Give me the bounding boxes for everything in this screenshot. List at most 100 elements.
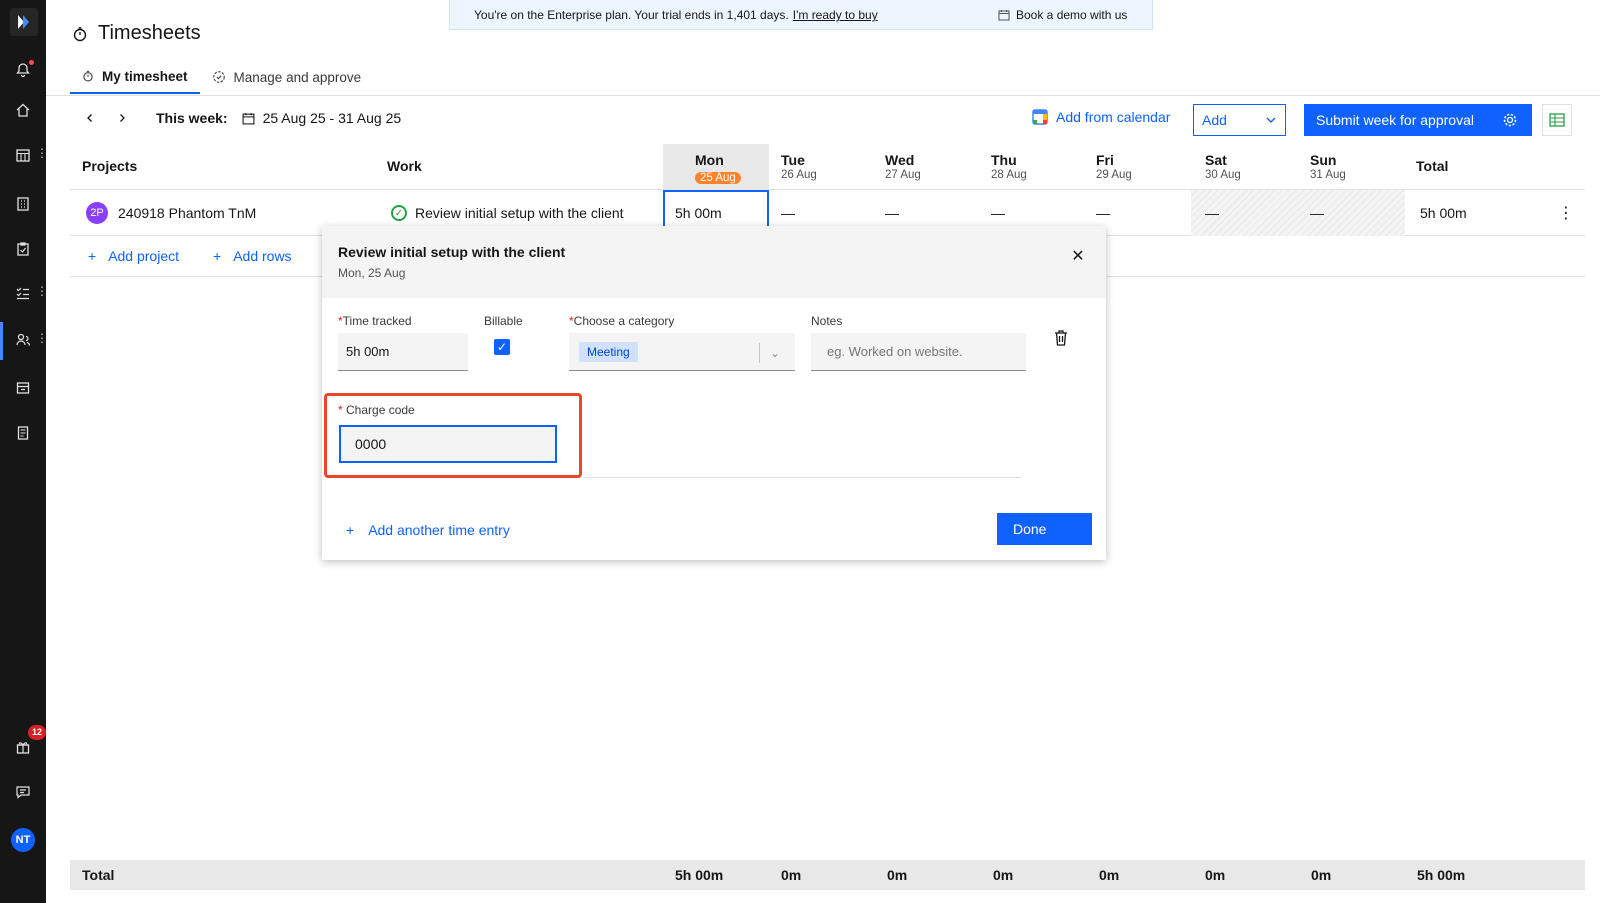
done-button[interactable]: Done (997, 513, 1092, 545)
total-sat: 0m (1205, 867, 1226, 883)
notes-field[interactable] (811, 333, 1026, 371)
totals-label: Total (82, 867, 115, 883)
buy-link[interactable]: I'm ready to buy (793, 8, 878, 22)
clipboard-icon[interactable] (13, 239, 33, 259)
total-fri: 0m (1099, 867, 1120, 883)
receipt-icon[interactable] (13, 423, 33, 443)
plus-icon: + (346, 522, 355, 538)
chat-icon[interactable] (13, 782, 33, 802)
trial-message: You're on the Enterprise plan. Your tria… (474, 8, 789, 22)
tab-label: My timesheet (102, 68, 188, 84)
total-week: 5h 00m (1417, 867, 1466, 883)
building-icon[interactable] (13, 194, 33, 214)
calendar-grid-icon[interactable] (13, 145, 33, 165)
day-date: 29 Aug (1096, 169, 1132, 181)
day-date: 27 Aug (885, 169, 921, 181)
time-cell-sat[interactable]: — (1191, 190, 1298, 236)
day-name: Tue (781, 152, 805, 168)
tab-manage-approve[interactable]: Manage and approve (200, 60, 374, 94)
time-cell-sun[interactable]: — (1298, 190, 1405, 236)
day-date: 30 Aug (1205, 169, 1241, 181)
add-from-calendar-button[interactable]: Add from calendar (1032, 109, 1170, 125)
timesheet-header-row: Projects Work Mon 25 Aug Tue 26 Aug Wed 27… (70, 144, 1585, 190)
add-project-label: Add project (108, 248, 180, 264)
notes-input[interactable] (811, 333, 1026, 370)
total-sun: 0m (1311, 867, 1332, 883)
day-name: Sun (1310, 152, 1337, 168)
spreadsheet-icon (1549, 113, 1565, 127)
export-spreadsheet-button[interactable] (1542, 104, 1572, 136)
popover-title: Review initial setup with the client (338, 244, 566, 260)
chevron-right-icon (120, 114, 125, 122)
gift-icon[interactable] (13, 737, 33, 757)
project-cell[interactable]: 2P 240918 Phantom TnM (86, 190, 256, 236)
totals-row: Total 5h 00m 0m 0m 0m 0m 0m 0m 5h 00m (70, 860, 1585, 890)
divider (585, 477, 1021, 478)
home-icon[interactable] (13, 100, 33, 120)
app-logo[interactable] (10, 8, 38, 36)
day-date: 26 Aug (781, 169, 817, 181)
trial-banner: You're on the Enterprise plan. Your tria… (449, 0, 1153, 30)
popover-header: Review initial setup with the client Mon… (322, 226, 1106, 298)
more-icon[interactable]: ⋮ (36, 332, 48, 344)
add-from-calendar-label: Add from calendar (1056, 109, 1171, 125)
time-tracked-input[interactable]: 5h 00m (338, 333, 468, 371)
chevron-down-icon (1266, 117, 1276, 123)
row-total: 5h 00m (1420, 205, 1467, 221)
day-date: 31 Aug (1310, 169, 1346, 181)
total-mon: 5h 00m (675, 867, 724, 883)
people-icon[interactable] (13, 330, 33, 350)
more-icon[interactable]: ⋮ (36, 147, 48, 159)
book-demo-label: Book a demo with us (1016, 8, 1128, 22)
previous-week-button[interactable] (80, 108, 100, 128)
add-dropdown-label: Add (1202, 112, 1227, 128)
page-title-text: Timesheets (98, 22, 201, 44)
billable-label: Billable (484, 314, 523, 328)
total-wed: 0m (887, 867, 908, 883)
row-overflow-menu-icon[interactable]: ⋮ (1558, 190, 1574, 236)
add-rows-button[interactable]: + Add rows (213, 248, 292, 264)
day-name: Mon (695, 152, 724, 168)
google-calendar-icon (1032, 109, 1048, 125)
billable-checkbox[interactable]: ✓ (494, 339, 510, 355)
add-another-entry-button[interactable]: + Add another time entry (346, 522, 510, 538)
user-avatar[interactable]: NT (11, 828, 35, 852)
add-rows-label: Add rows (233, 248, 292, 264)
chevron-down-icon: ⌄ (759, 343, 780, 363)
more-icon[interactable]: ⋮ (36, 285, 48, 297)
category-label: *Choose a category (569, 314, 675, 328)
column-mon: Mon 25 Aug (663, 144, 769, 190)
work-name: Review initial setup with the client (415, 205, 624, 221)
settings-gear-icon[interactable] (1502, 112, 1518, 128)
close-icon[interactable]: ✕ (1069, 248, 1087, 266)
day-date: 28 Aug (991, 169, 1027, 181)
notes-label: Notes (811, 314, 843, 328)
store-icon[interactable] (13, 378, 33, 398)
approval-badge-icon (212, 71, 225, 83)
total-thu: 0m (993, 867, 1014, 883)
add-dropdown[interactable]: Add (1193, 104, 1286, 136)
total-tue: 0m (781, 867, 802, 883)
category-select[interactable]: Meeting ⌄ (569, 333, 795, 371)
week-range-picker[interactable]: 25 Aug 25 - 31 Aug 25 (242, 110, 402, 126)
next-week-button[interactable] (112, 108, 132, 128)
grid-add-actions: + Add project + Add rows (88, 248, 292, 264)
timer-icon (73, 26, 87, 41)
add-project-button[interactable]: + Add project (88, 248, 179, 264)
add-another-entry-label: Add another time entry (368, 522, 510, 538)
calendar-icon (242, 112, 255, 124)
active-indicator (0, 322, 3, 360)
plus-icon: + (213, 248, 222, 264)
week-range-text: 25 Aug 25 - 31 Aug 25 (262, 110, 402, 126)
tab-my-timesheet[interactable]: My timesheet (70, 60, 200, 94)
calendar-icon (998, 10, 1010, 21)
time-tracked-label: *Time tracked (338, 314, 412, 328)
day-name: Wed (885, 152, 915, 168)
trash-icon[interactable] (1053, 329, 1069, 347)
task-list-icon[interactable] (13, 283, 33, 303)
today-date-badge: 25 Aug (695, 172, 741, 184)
submit-week-button[interactable]: Submit week for approval (1304, 104, 1532, 136)
check-circle-icon: ✓ (391, 205, 407, 221)
chevron-left-icon (87, 114, 92, 122)
book-demo-link[interactable]: Book a demo with us (998, 8, 1127, 22)
